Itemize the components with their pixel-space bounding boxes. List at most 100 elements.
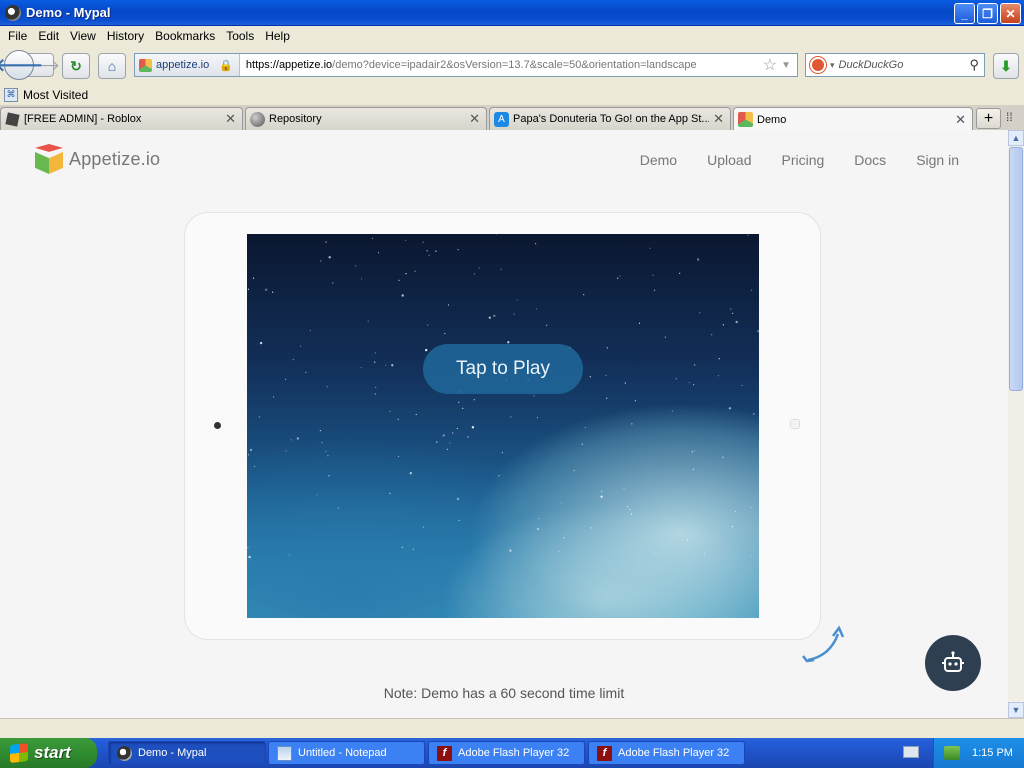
support-bot-button[interactable] — [925, 635, 981, 691]
star — [249, 448, 253, 452]
taskbar-item-notepad[interactable]: Untitled - Notepad — [268, 741, 425, 765]
star — [473, 399, 475, 401]
nav-demo[interactable]: Demo — [640, 152, 677, 168]
scroll-up-icon[interactable]: ▲ — [1008, 130, 1024, 146]
star — [409, 472, 412, 475]
star — [501, 451, 503, 454]
back-button[interactable]: 🡐 — [0, 50, 43, 80]
menu-help[interactable]: Help — [265, 29, 290, 43]
nav-upload[interactable]: Upload — [707, 152, 751, 168]
most-visited-bookmark[interactable]: Most Visited — [23, 88, 88, 102]
star — [606, 397, 608, 399]
nav-sign-in[interactable]: Sign in — [916, 152, 959, 168]
home-button[interactable]: ⌂ — [98, 53, 126, 79]
star — [446, 448, 448, 450]
star — [328, 475, 330, 477]
device-screen[interactable]: Tap to Play — [247, 234, 759, 618]
tab-close-icon[interactable]: ✕ — [955, 112, 966, 128]
start-button[interactable]: start — [0, 738, 97, 768]
star — [703, 552, 705, 555]
tab-papas-donuteria[interactable]: A Papa's Donuteria To Go! on the App St.… — [489, 107, 731, 130]
address-bar[interactable]: appetize.io 🔒 https://appetize.io/demo?d… — [134, 53, 798, 77]
reload-button[interactable]: ↻ — [62, 53, 90, 79]
site-identity[interactable]: appetize.io 🔒 — [135, 54, 240, 76]
star — [623, 488, 625, 490]
star — [425, 348, 428, 352]
menu-history[interactable]: History — [107, 29, 144, 43]
menu-tools[interactable]: Tools — [226, 29, 254, 43]
star — [649, 247, 651, 249]
star — [589, 376, 591, 378]
tab-close-icon[interactable]: ✕ — [225, 111, 236, 127]
tab-repository[interactable]: Repository ✕ — [245, 107, 487, 130]
star — [412, 548, 414, 550]
plus-icon: + — [983, 109, 994, 127]
vertical-scrollbar[interactable]: ▲ ▼ — [1008, 130, 1024, 718]
star — [584, 426, 586, 429]
starfield — [247, 234, 759, 559]
star — [458, 401, 460, 403]
star — [252, 277, 255, 279]
star — [288, 554, 291, 556]
star — [391, 364, 394, 367]
duckduckgo-icon[interactable] — [810, 57, 826, 73]
rotate-device-icon[interactable] — [800, 618, 850, 668]
keyboard-layout-icon[interactable] — [903, 746, 919, 758]
bookmark-star-icon[interactable]: ☆ — [763, 55, 777, 75]
star — [718, 358, 720, 360]
taskbar-item-flash-2[interactable]: f Adobe Flash Player 32 — [588, 741, 745, 765]
tab-demo[interactable]: Demo ✕ — [733, 107, 973, 131]
search-engine-dropdown-icon[interactable]: ▾ — [830, 60, 835, 71]
tab-roblox[interactable]: [FREE ADMIN] - Roblox ✕ — [0, 107, 243, 130]
menu-edit[interactable]: Edit — [38, 29, 59, 43]
back-forward-group: 🡐 🡒 — [0, 50, 60, 80]
nav-docs[interactable]: Docs — [854, 152, 886, 168]
star — [735, 320, 738, 324]
tab-close-icon[interactable]: ✕ — [713, 111, 724, 127]
search-input[interactable]: DuckDuckGo — [839, 59, 970, 71]
url-dropdown-icon[interactable]: ▼ — [781, 60, 791, 71]
star — [415, 413, 417, 416]
app-store-icon: A — [494, 111, 509, 127]
appetize-logo[interactable]: Appetize.io — [35, 144, 160, 174]
search-box[interactable]: ▾ DuckDuckGo ⚲ — [805, 53, 985, 77]
star — [389, 410, 391, 412]
clock[interactable]: 1:15 PM — [972, 747, 1013, 759]
url-host: https://appetize.io — [245, 59, 333, 71]
star — [300, 345, 302, 347]
nav-pricing[interactable]: Pricing — [781, 152, 824, 168]
star — [498, 475, 500, 477]
star — [471, 426, 475, 429]
list-all-tabs-icon[interactable]: ⁞⁞ — [1006, 110, 1013, 124]
scrollbar-thumb[interactable] — [1009, 147, 1023, 391]
taskbar-item-mypal[interactable]: Demo - Mypal — [108, 741, 266, 765]
maximize-button[interactable]: ❐ — [977, 3, 998, 24]
star — [732, 312, 734, 314]
scroll-down-icon[interactable]: ▼ — [1008, 702, 1024, 718]
search-icon[interactable]: ⚲ — [969, 57, 979, 73]
new-tab-button[interactable]: + — [976, 108, 1001, 129]
downloads-button[interactable]: ⬇ — [993, 53, 1019, 79]
tab-label: Papa's Donuteria To Go! on the App St... — [513, 113, 710, 125]
start-label: start — [34, 743, 71, 762]
menu-bookmarks[interactable]: Bookmarks — [155, 29, 215, 43]
star — [581, 443, 583, 445]
url-text[interactable]: https://appetize.io/demo?device=ipadair2… — [240, 59, 763, 71]
star — [560, 502, 563, 504]
tab-close-icon[interactable]: ✕ — [469, 111, 480, 127]
star — [452, 432, 454, 434]
minimize-button[interactable]: _ — [954, 3, 975, 24]
device-home-button[interactable] — [790, 419, 800, 429]
star — [513, 313, 515, 315]
star — [686, 539, 689, 541]
star — [583, 294, 585, 296]
tap-to-play-button[interactable]: Tap to Play — [423, 344, 583, 394]
taskbar-item-label: Demo - Mypal — [138, 747, 207, 759]
taskbar-item-flash-1[interactable]: f Adobe Flash Player 32 — [428, 741, 585, 765]
network-icon[interactable] — [944, 746, 960, 760]
star — [374, 352, 376, 354]
menu-file[interactable]: File — [8, 29, 27, 43]
system-tray: 1:15 PM — [933, 738, 1024, 768]
close-button[interactable]: ✕ — [1000, 3, 1021, 24]
menu-view[interactable]: View — [70, 29, 96, 43]
